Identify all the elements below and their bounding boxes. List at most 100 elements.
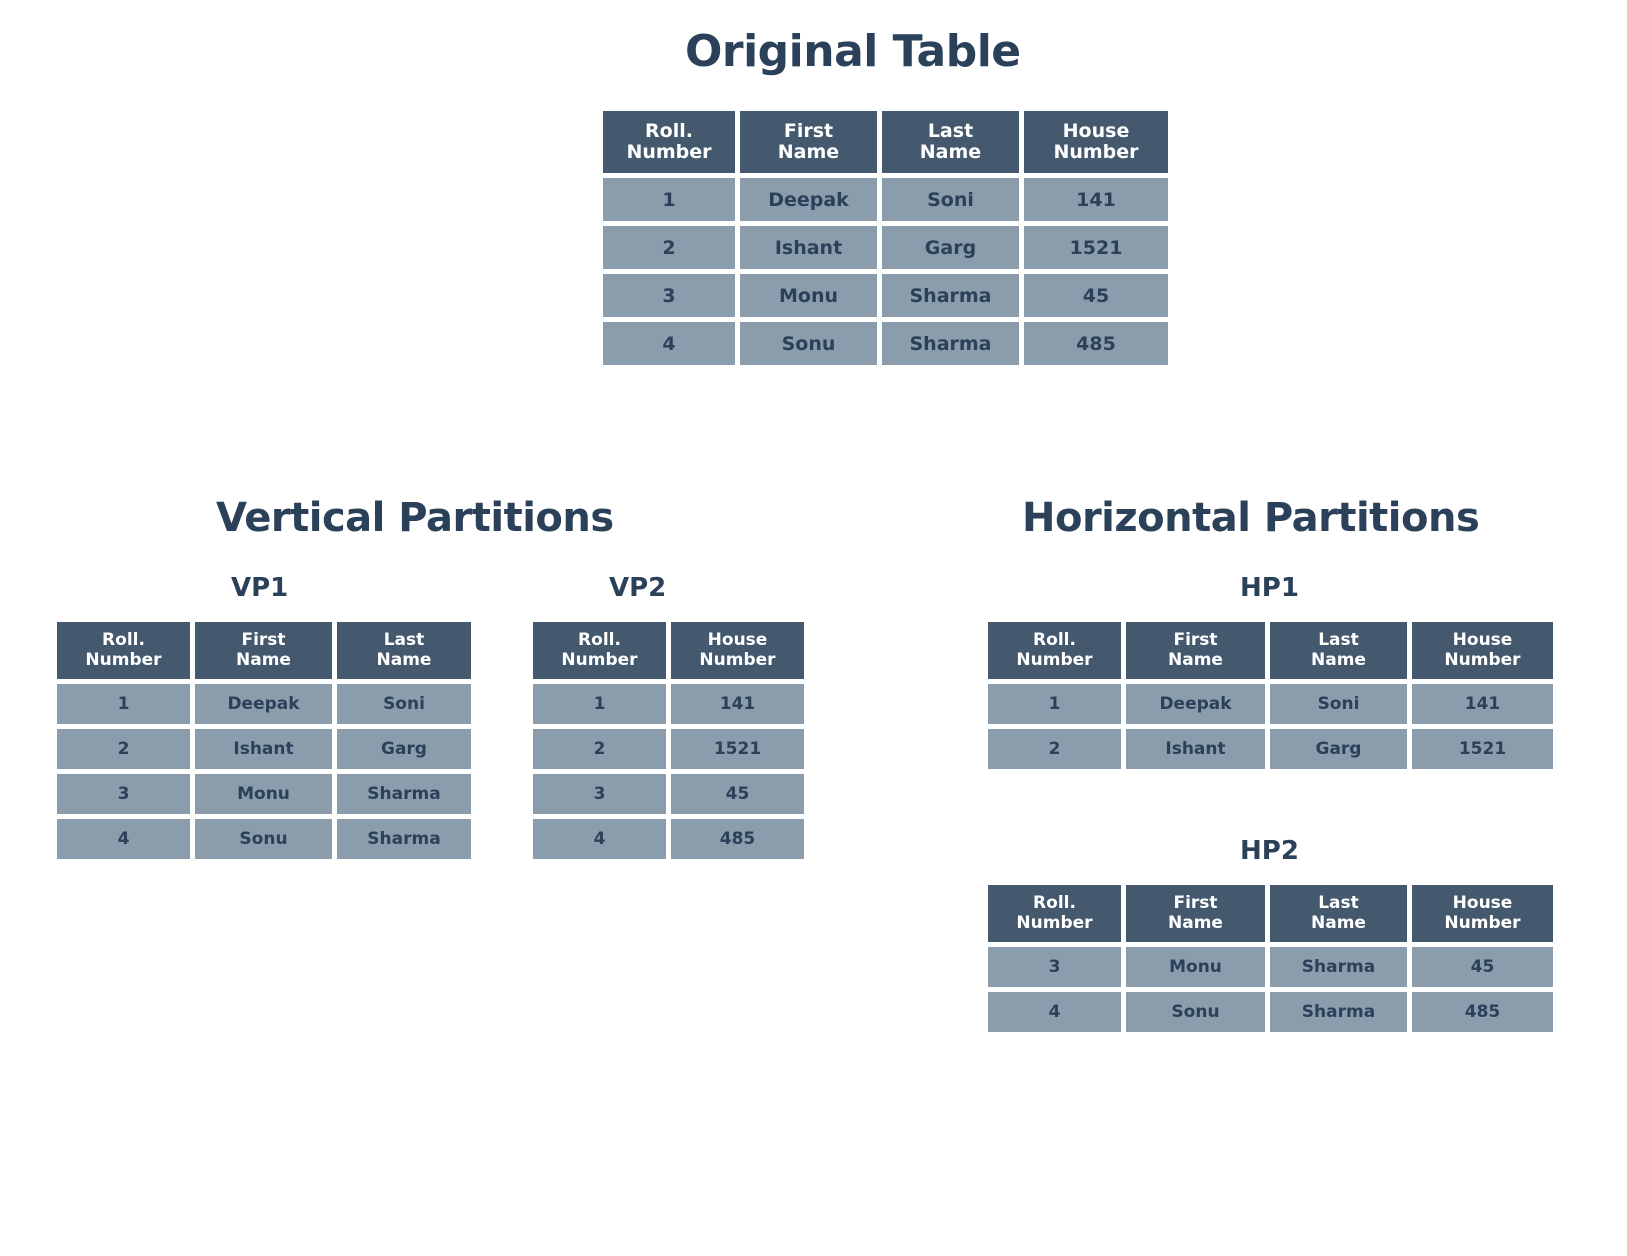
header-line-1: Roll. bbox=[102, 630, 145, 651]
cell-roll-number: 4 bbox=[603, 322, 735, 365]
cell-roll-number: 1 bbox=[988, 684, 1121, 724]
column-header-last-name: Last Name bbox=[882, 111, 1019, 173]
vp2-label: VP2 bbox=[609, 573, 667, 603]
header-line-2: Number bbox=[1053, 141, 1139, 163]
cell-last-name: Sharma bbox=[1270, 992, 1407, 1032]
table-row: 4 Sonu Sharma 485 bbox=[988, 992, 1553, 1032]
table-row: 2 1521 bbox=[533, 729, 804, 769]
cell-roll-number: 3 bbox=[603, 274, 735, 317]
table-row: 1 Deepak Soni 141 bbox=[603, 178, 1168, 221]
cell-last-name: Sharma bbox=[1270, 947, 1407, 987]
cell-last-name: Soni bbox=[1270, 684, 1407, 724]
table-row: 2 Ishant Garg bbox=[57, 729, 471, 769]
table-header-row: Roll. Number First Name Last Name House … bbox=[603, 111, 1168, 173]
header-line-2: Number bbox=[699, 649, 776, 670]
table-row: 1 141 bbox=[533, 684, 804, 724]
vp2-table: Roll. Number House Number 1 141 2 1521 3… bbox=[528, 617, 809, 864]
header-line-2: Number bbox=[1016, 912, 1093, 933]
cell-house-number: 1521 bbox=[1024, 226, 1168, 269]
cell-roll-number: 3 bbox=[57, 774, 190, 814]
cell-first-name: Deepak bbox=[740, 178, 877, 221]
column-header-roll-number: Roll. Number bbox=[57, 622, 190, 679]
cell-last-name: Garg bbox=[337, 729, 471, 769]
table-row: 3 Monu Sharma 45 bbox=[988, 947, 1553, 987]
table-header-row: Roll. Number First Name Last Name House … bbox=[988, 885, 1553, 942]
cell-first-name: Monu bbox=[1126, 947, 1265, 987]
cell-roll-number: 4 bbox=[57, 819, 190, 859]
cell-last-name: Sharma bbox=[337, 819, 471, 859]
cell-house-number: 141 bbox=[1024, 178, 1168, 221]
header-line-1: Last bbox=[927, 119, 974, 142]
cell-last-name: Sharma bbox=[882, 274, 1019, 317]
table-row: 1 Deepak Soni bbox=[57, 684, 471, 724]
cell-roll-number: 3 bbox=[533, 774, 666, 814]
table-row: 2 Ishant Garg 1521 bbox=[603, 226, 1168, 269]
cell-last-name: Soni bbox=[337, 684, 471, 724]
cell-house-number: 45 bbox=[1024, 274, 1168, 317]
cell-last-name: Garg bbox=[882, 226, 1019, 269]
original-table: Roll. Number First Name Last Name House … bbox=[598, 106, 1173, 370]
vertical-partitions-title: Vertical Partitions bbox=[216, 495, 614, 541]
header-line-1: Last bbox=[1318, 630, 1359, 651]
cell-house-number: 1521 bbox=[671, 729, 804, 769]
table-row: 2 Ishant Garg 1521 bbox=[988, 729, 1553, 769]
header-line-2: Name bbox=[1311, 649, 1366, 670]
column-header-house-number: House Number bbox=[671, 622, 804, 679]
hp1-table: Roll. Number First Name Last Name House … bbox=[983, 617, 1558, 774]
vp1-table: Roll. Number First Name Last Name 1 Deep… bbox=[52, 617, 476, 864]
header-line-2: Name bbox=[919, 141, 982, 163]
column-header-first-name: First Name bbox=[195, 622, 332, 679]
cell-roll-number: 1 bbox=[603, 178, 735, 221]
header-line-2: Number bbox=[561, 649, 638, 670]
column-header-roll-number: Roll. Number bbox=[988, 885, 1121, 942]
cell-first-name: Sonu bbox=[740, 322, 877, 365]
cell-first-name: Sonu bbox=[195, 819, 332, 859]
vp1-label: VP1 bbox=[231, 573, 289, 603]
column-header-last-name: Last Name bbox=[1270, 885, 1407, 942]
cell-first-name: Ishant bbox=[740, 226, 877, 269]
column-header-house-number: House Number bbox=[1412, 885, 1553, 942]
cell-roll-number: 1 bbox=[57, 684, 190, 724]
column-header-roll-number: Roll. Number bbox=[988, 622, 1121, 679]
cell-roll-number: 2 bbox=[533, 729, 666, 769]
cell-roll-number: 1 bbox=[533, 684, 666, 724]
table-row: 4 Sonu Sharma bbox=[57, 819, 471, 859]
header-line-1: Roll. bbox=[645, 119, 693, 142]
table-header-row: Roll. Number First Name Last Name bbox=[57, 622, 471, 679]
column-header-first-name: First Name bbox=[740, 111, 877, 173]
table-row: 4 485 bbox=[533, 819, 804, 859]
header-line-2: Name bbox=[777, 141, 840, 163]
cell-first-name: Deepak bbox=[195, 684, 332, 724]
header-line-2: Name bbox=[1168, 912, 1223, 933]
header-line-2: Number bbox=[626, 141, 712, 163]
column-header-last-name: Last Name bbox=[337, 622, 471, 679]
column-header-house-number: House Number bbox=[1412, 622, 1553, 679]
header-line-1: House bbox=[1452, 893, 1513, 914]
cell-first-name: Sonu bbox=[1126, 992, 1265, 1032]
header-line-1: Last bbox=[1318, 893, 1359, 914]
cell-last-name: Garg bbox=[1270, 729, 1407, 769]
header-line-1: First bbox=[1173, 893, 1218, 914]
hp1-label: HP1 bbox=[1240, 573, 1299, 603]
header-line-1: Roll. bbox=[1033, 630, 1076, 651]
header-line-2: Number bbox=[1016, 649, 1093, 670]
header-line-1: House bbox=[707, 630, 768, 651]
cell-house-number: 45 bbox=[671, 774, 804, 814]
cell-last-name: Soni bbox=[882, 178, 1019, 221]
header-line-1: First bbox=[1173, 630, 1218, 651]
cell-house-number: 141 bbox=[1412, 684, 1553, 724]
table-row: 4 Sonu Sharma 485 bbox=[603, 322, 1168, 365]
cell-roll-number: 4 bbox=[988, 992, 1121, 1032]
cell-roll-number: 2 bbox=[603, 226, 735, 269]
cell-first-name: Deepak bbox=[1126, 684, 1265, 724]
cell-roll-number: 4 bbox=[533, 819, 666, 859]
header-line-1: First bbox=[783, 119, 834, 142]
header-line-2: Number bbox=[1444, 649, 1521, 670]
header-line-1: First bbox=[241, 630, 286, 651]
header-line-1: Roll. bbox=[1033, 893, 1076, 914]
cell-roll-number: 2 bbox=[988, 729, 1121, 769]
cell-first-name: Ishant bbox=[195, 729, 332, 769]
table-row: 3 Monu Sharma bbox=[57, 774, 471, 814]
table-row: 3 Monu Sharma 45 bbox=[603, 274, 1168, 317]
header-line-2: Name bbox=[236, 649, 291, 670]
